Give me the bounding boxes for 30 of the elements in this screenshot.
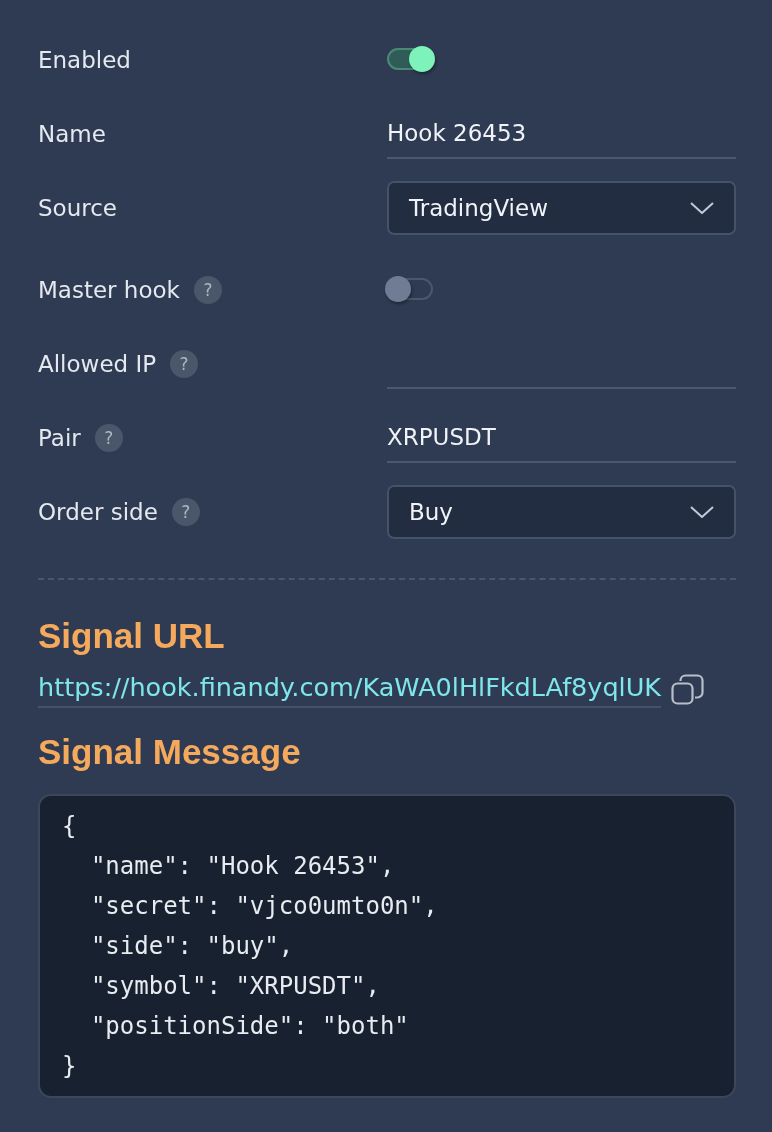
text-field[interactable]: Hook 26453	[387, 109, 736, 159]
toggle-switch[interactable]	[387, 48, 433, 70]
help-icon[interactable]: ?	[171, 498, 200, 526]
text-field[interactable]: XRPUSDT	[387, 413, 736, 463]
code-line: "positionSide": "both"	[89, 1011, 410, 1042]
chevron-down-icon	[690, 506, 714, 518]
section-heading: Signal Message	[38, 732, 301, 772]
help-icon[interactable]: ?	[94, 424, 123, 452]
code-line: }	[62, 1051, 78, 1082]
select-dropdown[interactable]: Buy	[387, 485, 736, 539]
select-dropdown[interactable]: TradingView	[387, 181, 736, 235]
field-label: Source	[38, 195, 117, 221]
help-icon[interactable]: ?	[193, 276, 222, 304]
chevron-down-icon	[690, 202, 714, 214]
help-icon[interactable]: ?	[170, 350, 199, 378]
code-line: {	[62, 811, 78, 842]
field-label: Enabled	[38, 47, 131, 73]
signal-url-link[interactable]: https://hook.finandy.com/KaWA0lHlFkdLAf8yqlUK	[38, 672, 662, 708]
copy-icon[interactable]	[671, 673, 705, 707]
code-line: "side": "buy",	[89, 931, 295, 962]
code-line: "name": "Hook 26453",	[89, 851, 396, 882]
field-label: Order side	[38, 499, 158, 525]
field-label: Master hook	[38, 277, 180, 303]
field-label: Pair	[38, 425, 81, 451]
code-line: "symbol": "XRPUSDT",	[89, 971, 381, 1002]
code-line: "secret": "vjco0umto0n",	[89, 891, 439, 922]
section-heading: Signal URL	[38, 616, 225, 656]
field-label: Name	[38, 121, 106, 147]
field-label: Allowed IP	[38, 351, 157, 377]
toggle-switch[interactable]	[387, 278, 433, 300]
